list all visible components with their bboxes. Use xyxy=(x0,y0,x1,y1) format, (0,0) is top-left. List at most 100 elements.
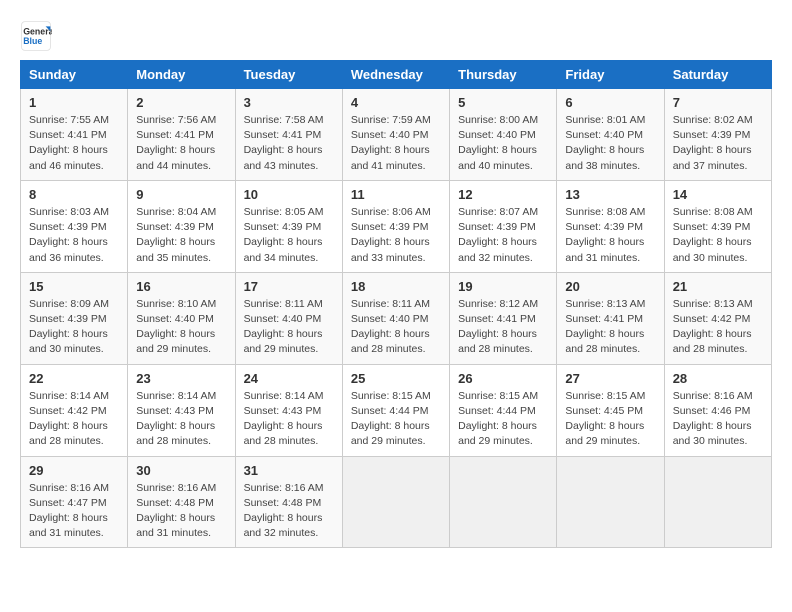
calendar-cell: 29 Sunrise: 8:16 AMSunset: 4:47 PMDaylig… xyxy=(21,456,128,548)
calendar-cell: 13 Sunrise: 8:08 AMSunset: 4:39 PMDaylig… xyxy=(557,180,664,272)
day-detail: Sunrise: 7:59 AMSunset: 4:40 PMDaylight:… xyxy=(351,114,431,172)
calendar-cell: 26 Sunrise: 8:15 AMSunset: 4:44 PMDaylig… xyxy=(450,364,557,456)
calendar-cell: 8 Sunrise: 8:03 AMSunset: 4:39 PMDayligh… xyxy=(21,180,128,272)
day-detail: Sunrise: 8:01 AMSunset: 4:40 PMDaylight:… xyxy=(565,114,645,172)
day-detail: Sunrise: 8:15 AMSunset: 4:45 PMDaylight:… xyxy=(565,390,645,448)
svg-text:Blue: Blue xyxy=(23,36,42,46)
day-number: 12 xyxy=(458,187,548,202)
day-detail: Sunrise: 8:16 AMSunset: 4:48 PMDaylight:… xyxy=(244,482,324,540)
calendar-cell: 9 Sunrise: 8:04 AMSunset: 4:39 PMDayligh… xyxy=(128,180,235,272)
day-detail: Sunrise: 8:11 AMSunset: 4:40 PMDaylight:… xyxy=(244,298,323,356)
weekday-header-wednesday: Wednesday xyxy=(342,61,449,89)
day-detail: Sunrise: 8:10 AMSunset: 4:40 PMDaylight:… xyxy=(136,298,216,356)
calendar-cell: 14 Sunrise: 8:08 AMSunset: 4:39 PMDaylig… xyxy=(664,180,771,272)
calendar-cell: 15 Sunrise: 8:09 AMSunset: 4:39 PMDaylig… xyxy=(21,272,128,364)
weekday-header-sunday: Sunday xyxy=(21,61,128,89)
page-header: General Blue xyxy=(20,20,772,52)
day-detail: Sunrise: 8:06 AMSunset: 4:39 PMDaylight:… xyxy=(351,206,431,264)
day-number: 14 xyxy=(673,187,763,202)
day-number: 1 xyxy=(29,95,119,110)
day-number: 24 xyxy=(244,371,334,386)
calendar-cell: 1 Sunrise: 7:55 AMSunset: 4:41 PMDayligh… xyxy=(21,89,128,181)
calendar-body: 1 Sunrise: 7:55 AMSunset: 4:41 PMDayligh… xyxy=(21,89,772,548)
day-number: 26 xyxy=(458,371,548,386)
day-detail: Sunrise: 8:13 AMSunset: 4:41 PMDaylight:… xyxy=(565,298,645,356)
day-detail: Sunrise: 8:08 AMSunset: 4:39 PMDaylight:… xyxy=(673,206,753,264)
weekday-header-friday: Friday xyxy=(557,61,664,89)
calendar-cell: 18 Sunrise: 8:11 AMSunset: 4:40 PMDaylig… xyxy=(342,272,449,364)
day-number: 8 xyxy=(29,187,119,202)
calendar-cell: 6 Sunrise: 8:01 AMSunset: 4:40 PMDayligh… xyxy=(557,89,664,181)
day-detail: Sunrise: 8:08 AMSunset: 4:39 PMDaylight:… xyxy=(565,206,645,264)
weekday-header-monday: Monday xyxy=(128,61,235,89)
day-number: 20 xyxy=(565,279,655,294)
calendar-cell: 19 Sunrise: 8:12 AMSunset: 4:41 PMDaylig… xyxy=(450,272,557,364)
calendar-cell: 24 Sunrise: 8:14 AMSunset: 4:43 PMDaylig… xyxy=(235,364,342,456)
week-row-3: 15 Sunrise: 8:09 AMSunset: 4:39 PMDaylig… xyxy=(21,272,772,364)
calendar-table: SundayMondayTuesdayWednesdayThursdayFrid… xyxy=(20,60,772,548)
day-number: 6 xyxy=(565,95,655,110)
calendar-cell: 11 Sunrise: 8:06 AMSunset: 4:39 PMDaylig… xyxy=(342,180,449,272)
day-detail: Sunrise: 8:16 AMSunset: 4:46 PMDaylight:… xyxy=(673,390,753,448)
calendar-cell: 30 Sunrise: 8:16 AMSunset: 4:48 PMDaylig… xyxy=(128,456,235,548)
calendar-cell: 17 Sunrise: 8:11 AMSunset: 4:40 PMDaylig… xyxy=(235,272,342,364)
calendar-cell: 12 Sunrise: 8:07 AMSunset: 4:39 PMDaylig… xyxy=(450,180,557,272)
weekday-header-thursday: Thursday xyxy=(450,61,557,89)
day-detail: Sunrise: 8:13 AMSunset: 4:42 PMDaylight:… xyxy=(673,298,753,356)
calendar-cell: 5 Sunrise: 8:00 AMSunset: 4:40 PMDayligh… xyxy=(450,89,557,181)
day-number: 28 xyxy=(673,371,763,386)
day-number: 18 xyxy=(351,279,441,294)
day-detail: Sunrise: 8:15 AMSunset: 4:44 PMDaylight:… xyxy=(458,390,538,448)
day-number: 5 xyxy=(458,95,548,110)
week-row-2: 8 Sunrise: 8:03 AMSunset: 4:39 PMDayligh… xyxy=(21,180,772,272)
calendar-cell xyxy=(342,456,449,548)
calendar-cell xyxy=(450,456,557,548)
calendar-cell: 7 Sunrise: 8:02 AMSunset: 4:39 PMDayligh… xyxy=(664,89,771,181)
week-row-1: 1 Sunrise: 7:55 AMSunset: 4:41 PMDayligh… xyxy=(21,89,772,181)
calendar-cell: 2 Sunrise: 7:56 AMSunset: 4:41 PMDayligh… xyxy=(128,89,235,181)
day-detail: Sunrise: 8:03 AMSunset: 4:39 PMDaylight:… xyxy=(29,206,109,264)
logo-icon: General Blue xyxy=(20,20,52,52)
day-detail: Sunrise: 8:09 AMSunset: 4:39 PMDaylight:… xyxy=(29,298,109,356)
day-number: 11 xyxy=(351,187,441,202)
day-number: 2 xyxy=(136,95,226,110)
day-number: 22 xyxy=(29,371,119,386)
calendar-cell: 20 Sunrise: 8:13 AMSunset: 4:41 PMDaylig… xyxy=(557,272,664,364)
day-detail: Sunrise: 8:02 AMSunset: 4:39 PMDaylight:… xyxy=(673,114,753,172)
day-number: 10 xyxy=(244,187,334,202)
day-detail: Sunrise: 8:15 AMSunset: 4:44 PMDaylight:… xyxy=(351,390,431,448)
calendar-cell: 23 Sunrise: 8:14 AMSunset: 4:43 PMDaylig… xyxy=(128,364,235,456)
calendar-cell: 25 Sunrise: 8:15 AMSunset: 4:44 PMDaylig… xyxy=(342,364,449,456)
day-number: 25 xyxy=(351,371,441,386)
day-number: 19 xyxy=(458,279,548,294)
week-row-5: 29 Sunrise: 8:16 AMSunset: 4:47 PMDaylig… xyxy=(21,456,772,548)
day-number: 27 xyxy=(565,371,655,386)
calendar-cell xyxy=(557,456,664,548)
day-detail: Sunrise: 8:11 AMSunset: 4:40 PMDaylight:… xyxy=(351,298,430,356)
day-number: 17 xyxy=(244,279,334,294)
day-detail: Sunrise: 7:56 AMSunset: 4:41 PMDaylight:… xyxy=(136,114,216,172)
calendar-cell: 3 Sunrise: 7:58 AMSunset: 4:41 PMDayligh… xyxy=(235,89,342,181)
calendar-cell: 27 Sunrise: 8:15 AMSunset: 4:45 PMDaylig… xyxy=(557,364,664,456)
weekday-header-tuesday: Tuesday xyxy=(235,61,342,89)
day-number: 30 xyxy=(136,463,226,478)
week-row-4: 22 Sunrise: 8:14 AMSunset: 4:42 PMDaylig… xyxy=(21,364,772,456)
calendar-cell: 22 Sunrise: 8:14 AMSunset: 4:42 PMDaylig… xyxy=(21,364,128,456)
day-number: 9 xyxy=(136,187,226,202)
day-detail: Sunrise: 8:12 AMSunset: 4:41 PMDaylight:… xyxy=(458,298,538,356)
day-number: 23 xyxy=(136,371,226,386)
day-detail: Sunrise: 8:05 AMSunset: 4:39 PMDaylight:… xyxy=(244,206,324,264)
day-detail: Sunrise: 8:14 AMSunset: 4:43 PMDaylight:… xyxy=(244,390,324,448)
day-detail: Sunrise: 7:58 AMSunset: 4:41 PMDaylight:… xyxy=(244,114,324,172)
day-number: 4 xyxy=(351,95,441,110)
day-detail: Sunrise: 8:04 AMSunset: 4:39 PMDaylight:… xyxy=(136,206,216,264)
day-number: 31 xyxy=(244,463,334,478)
calendar-cell: 4 Sunrise: 7:59 AMSunset: 4:40 PMDayligh… xyxy=(342,89,449,181)
day-number: 15 xyxy=(29,279,119,294)
calendar-cell: 28 Sunrise: 8:16 AMSunset: 4:46 PMDaylig… xyxy=(664,364,771,456)
day-detail: Sunrise: 8:16 AMSunset: 4:48 PMDaylight:… xyxy=(136,482,216,540)
day-detail: Sunrise: 8:07 AMSunset: 4:39 PMDaylight:… xyxy=(458,206,538,264)
weekday-header-row: SundayMondayTuesdayWednesdayThursdayFrid… xyxy=(21,61,772,89)
day-detail: Sunrise: 8:14 AMSunset: 4:43 PMDaylight:… xyxy=(136,390,216,448)
logo: General Blue xyxy=(20,20,56,52)
